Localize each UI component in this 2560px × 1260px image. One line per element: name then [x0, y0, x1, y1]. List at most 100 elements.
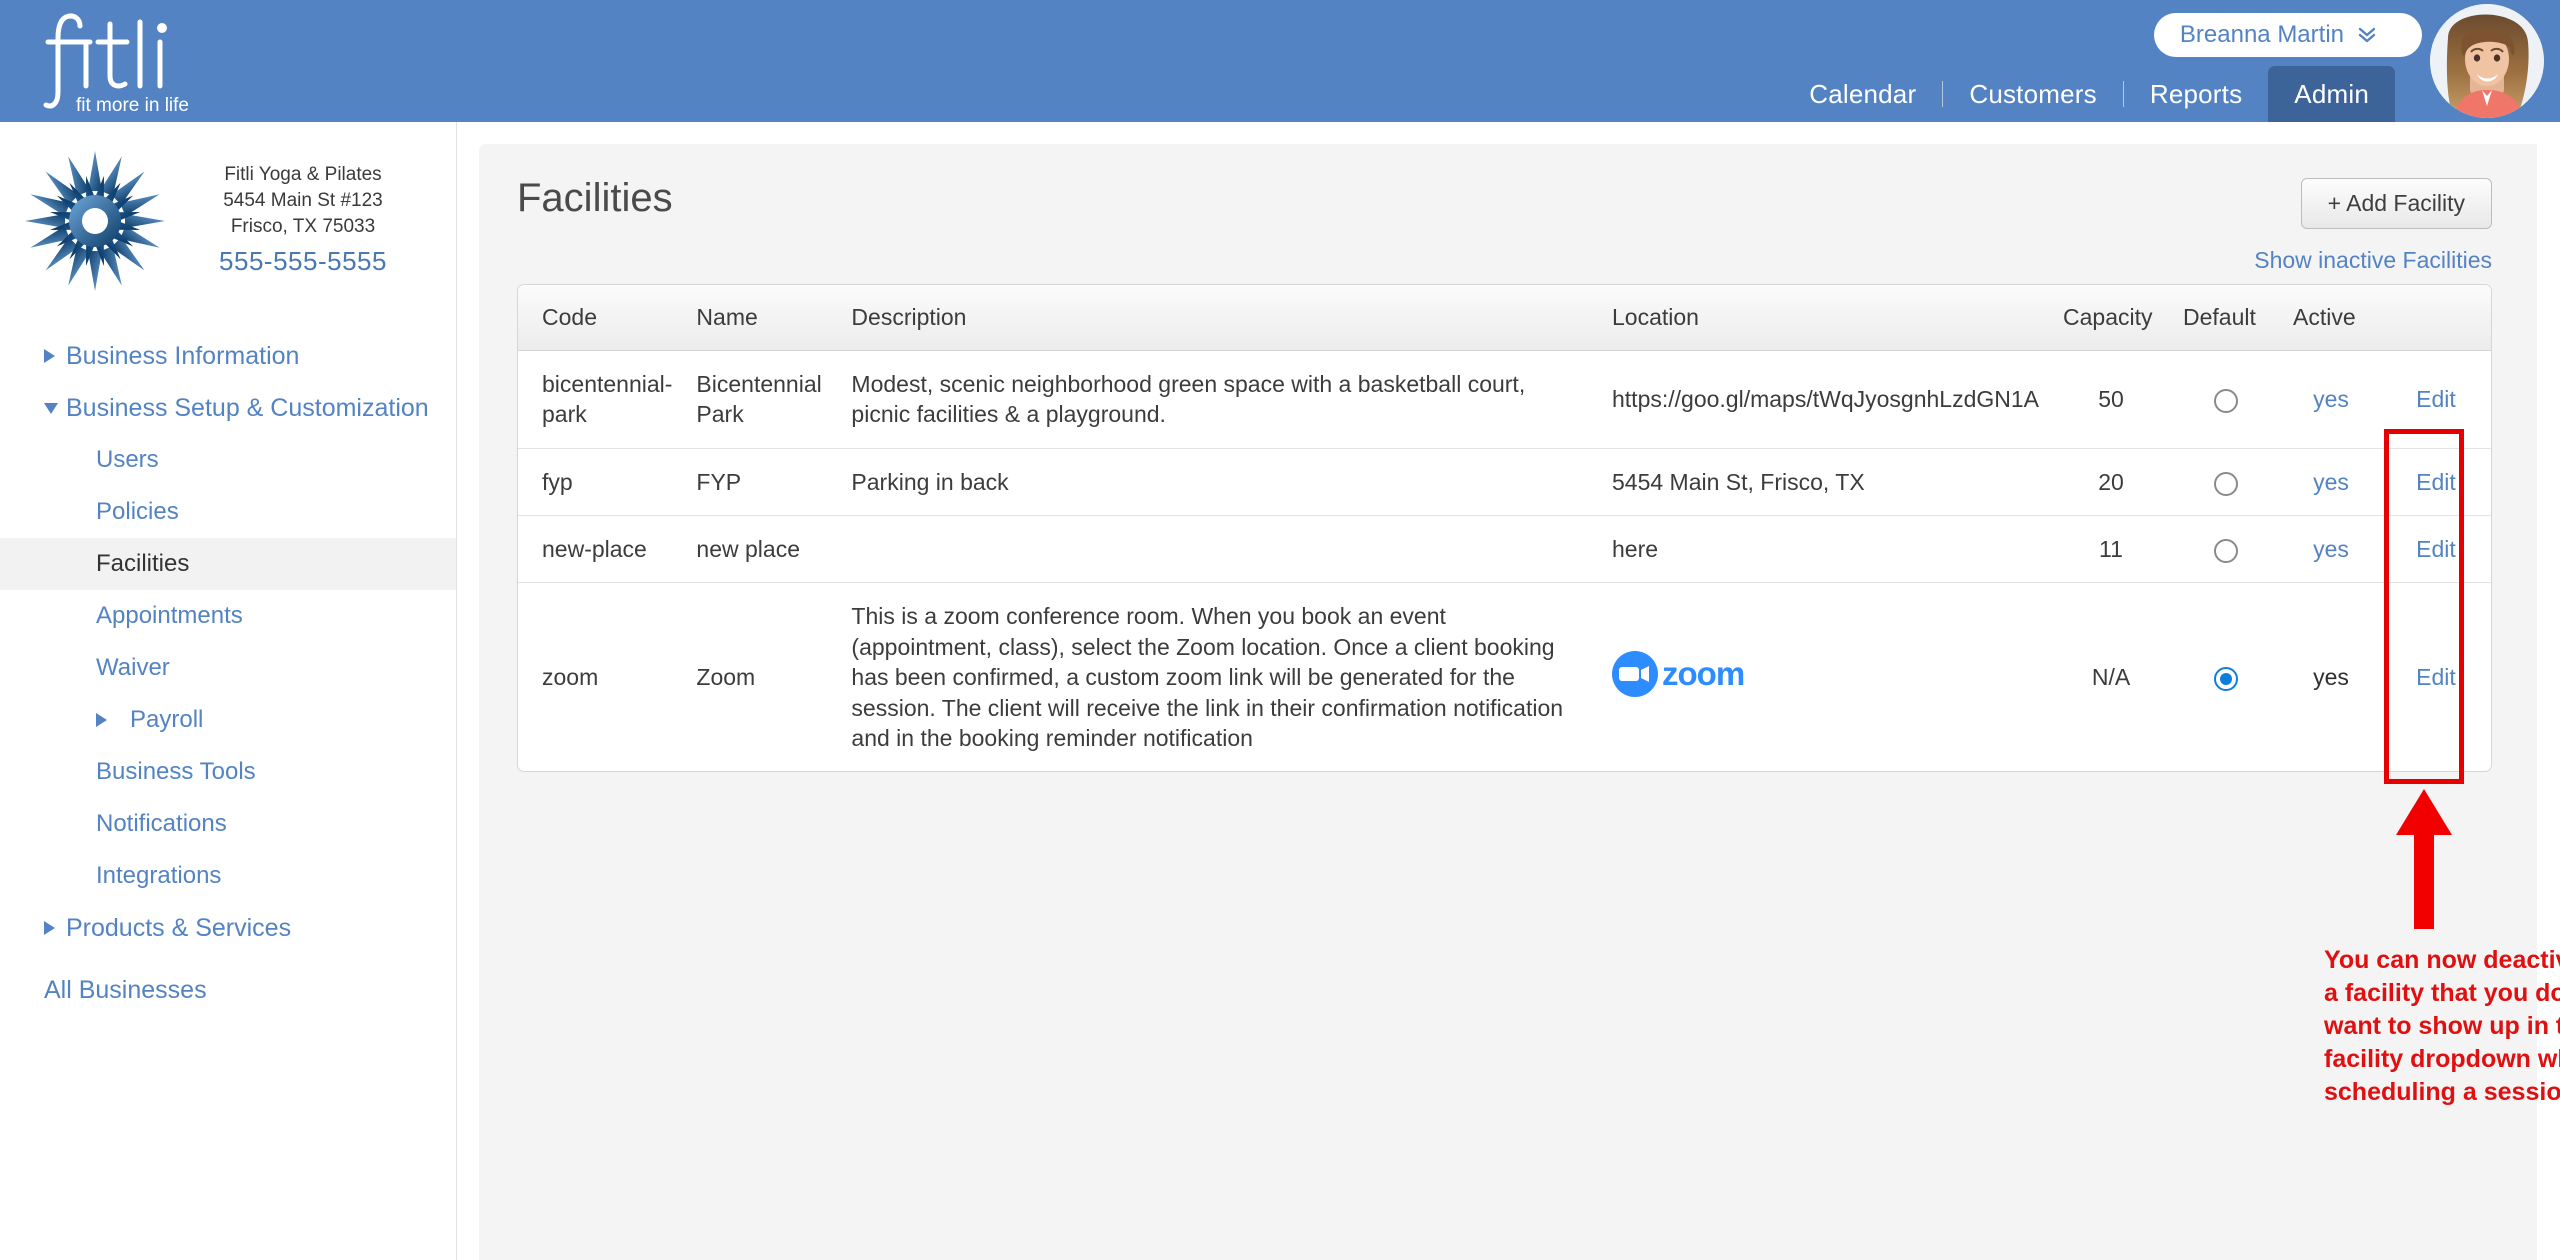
table-body: bicentennial-park Bicentennial Park Mode… — [518, 350, 2491, 772]
sidebar-item-appointments[interactable]: Appointments — [0, 590, 456, 642]
annotation-callout-text: You can now deactivate a facility that y… — [2324, 946, 2560, 1106]
cell-active: yes — [2281, 515, 2381, 584]
cell-description: This is a zoom conference room. When you… — [851, 603, 1564, 751]
facilities-table: Code Name Description Location Capacity … — [518, 285, 2491, 771]
add-facility-button[interactable]: + Add Facility — [2300, 178, 2492, 229]
sidebar-item-integrations[interactable]: Integrations — [0, 850, 456, 902]
chevron-down-icon — [44, 402, 58, 414]
table-row: fyp FYP Parking in back 5454 Main St, Fr… — [518, 448, 2491, 517]
sidebar-item-all-businesses[interactable]: All Businesses — [0, 964, 456, 1016]
business-address-line1: 5454 Main St #123 — [223, 190, 383, 212]
cell-code: new-place — [518, 515, 685, 584]
sidebar-item-payroll[interactable]: Payroll — [0, 694, 456, 746]
cell-actions: Edit — [2381, 515, 2491, 584]
sidebar-item-facilities[interactable]: Facilities — [0, 538, 456, 590]
sidebar-item-label: Payroll — [130, 706, 204, 733]
nav-item-customers[interactable]: Customers — [1943, 66, 2123, 122]
user-name-label: Breanna Martin — [2179, 21, 2344, 48]
avatar[interactable] — [2430, 4, 2544, 118]
cell-location: zoom — [1600, 583, 2051, 771]
fitli-logo[interactable]: fit more in life — [28, 8, 258, 118]
cell-name: Bicentennial Park — [684, 350, 840, 449]
column-header-active[interactable]: Active — [2281, 285, 2381, 351]
zoom-brand-mark: zoom — [1612, 650, 1745, 697]
business-contact-info: Fitli Yoga & Pilates 5454 Main St #123 F… — [176, 162, 438, 279]
edit-link[interactable]: Edit — [2416, 536, 2456, 562]
active-toggle-link[interactable]: yes — [2313, 536, 2349, 562]
column-header-description[interactable]: Description — [839, 285, 1600, 351]
panel-header: Facilities + Add Facility — [479, 144, 2537, 229]
cell-default — [2171, 448, 2281, 517]
svg-text:zoom: zoom — [1662, 655, 1744, 692]
edit-link[interactable]: Edit — [2416, 664, 2456, 690]
column-header-name[interactable]: Name — [684, 285, 840, 351]
active-toggle-link[interactable]: yes — [2313, 386, 2349, 412]
cell-capacity: 20 — [2051, 448, 2171, 517]
business-identity-block: Fitli Yoga & Pilates 5454 Main St #123 F… — [0, 122, 456, 306]
sidebar-item-policies[interactable]: Policies — [0, 486, 456, 538]
show-inactive-row: Show inactive Facilities — [479, 229, 2537, 274]
sidebar: Fitli Yoga & Pilates 5454 Main St #123 F… — [0, 122, 457, 1260]
cell-location: 5454 Main St, Frisco, TX — [1600, 448, 2051, 517]
column-header-location[interactable]: Location — [1600, 285, 2051, 351]
cell-capacity: N/A — [2091, 664, 2131, 691]
chevron-right-icon — [44, 921, 55, 935]
edit-link[interactable]: Edit — [2416, 469, 2456, 495]
sidebar-item-label: Waiver — [96, 654, 170, 681]
cell-code: zoom — [542, 664, 599, 691]
main-content: Facilities + Add Facility Show inactive … — [457, 122, 2560, 1260]
facilities-panel: Facilities + Add Facility Show inactive … — [479, 144, 2560, 1260]
sidebar-item-label: Policies — [96, 498, 179, 525]
up-arrow-pointing-to-active-column — [2396, 789, 2452, 929]
nav-item-admin[interactable]: Admin — [2268, 66, 2395, 122]
sidebar-item-waiver[interactable]: Waiver — [0, 642, 456, 694]
sidebar-item-users[interactable]: Users — [0, 434, 456, 486]
nav-item-calendar[interactable]: Calendar — [1783, 66, 1942, 122]
chevron-right-icon — [96, 713, 107, 727]
column-header-actions — [2381, 285, 2491, 351]
default-radio[interactable] — [2214, 389, 2238, 414]
sidebar-item-label: Business Tools — [96, 758, 256, 785]
cell-capacity: 11 — [2051, 515, 2171, 584]
default-radio[interactable] — [2214, 667, 2238, 692]
sidebar-item-business-tools[interactable]: Business Tools — [0, 746, 456, 798]
page-title: Facilities — [517, 176, 673, 220]
sidebar-item-label: Integrations — [96, 862, 222, 889]
sidebar-item-notifications[interactable]: Notifications — [0, 798, 456, 850]
cell-description: Modest, scenic neighborhood green space … — [839, 350, 1600, 449]
table-row: bicentennial-park Bicentennial Park Mode… — [518, 350, 2491, 449]
active-status-label: yes — [2313, 664, 2349, 691]
cell-default — [2171, 515, 2281, 584]
facilities-table-container: Code Name Description Location Capacity … — [517, 284, 2492, 773]
sidebar-item-label: All Businesses — [44, 975, 207, 1004]
column-header-default[interactable]: Default — [2171, 285, 2281, 351]
table-header-row: Code Name Description Location Capacity … — [518, 285, 2491, 351]
double-chevron-down-icon — [2358, 27, 2376, 43]
primary-nav: Calendar Customers Reports Admin — [1783, 66, 2395, 122]
sidebar-item-label: Notifications — [96, 810, 227, 837]
show-inactive-facilities-link[interactable]: Show inactive Facilities — [2254, 247, 2492, 273]
sidebar-item-products-services[interactable]: Products & Services — [0, 902, 456, 954]
user-menu-button[interactable]: Breanna Martin — [2153, 13, 2422, 57]
default-radio[interactable] — [2214, 539, 2238, 563]
avatar-photo-icon — [2430, 4, 2544, 118]
app-header: fit more in life Calendar Customers Repo… — [0, 0, 2560, 122]
zoom-logo-icon: zoom — [1612, 650, 1812, 697]
cell-actions: Edit — [2381, 583, 2491, 771]
edit-link[interactable]: Edit — [2416, 386, 2456, 412]
sidebar-item-business-setup-customization[interactable]: Business Setup & Customization — [0, 382, 456, 434]
default-radio[interactable] — [2214, 471, 2238, 496]
cell-name: Zoom — [696, 664, 756, 691]
cell-default — [2171, 583, 2281, 771]
column-header-code[interactable]: Code — [518, 285, 685, 351]
cell-actions: Edit — [2381, 448, 2491, 517]
cell-active: yes — [2281, 350, 2381, 449]
table-row: new-place new place here 11 yes Edit — [518, 515, 2491, 584]
sidebar-item-label: Products & Services — [66, 913, 292, 942]
sidebar-item-label: Business Setup & Customization — [66, 393, 429, 422]
sidebar-item-business-information[interactable]: Business Information — [0, 330, 456, 382]
nav-item-reports[interactable]: Reports — [2124, 66, 2268, 122]
column-header-capacity[interactable]: Capacity — [2051, 285, 2171, 351]
active-toggle-link[interactable]: yes — [2313, 469, 2349, 495]
sidebar-item-label: Users — [96, 446, 159, 473]
